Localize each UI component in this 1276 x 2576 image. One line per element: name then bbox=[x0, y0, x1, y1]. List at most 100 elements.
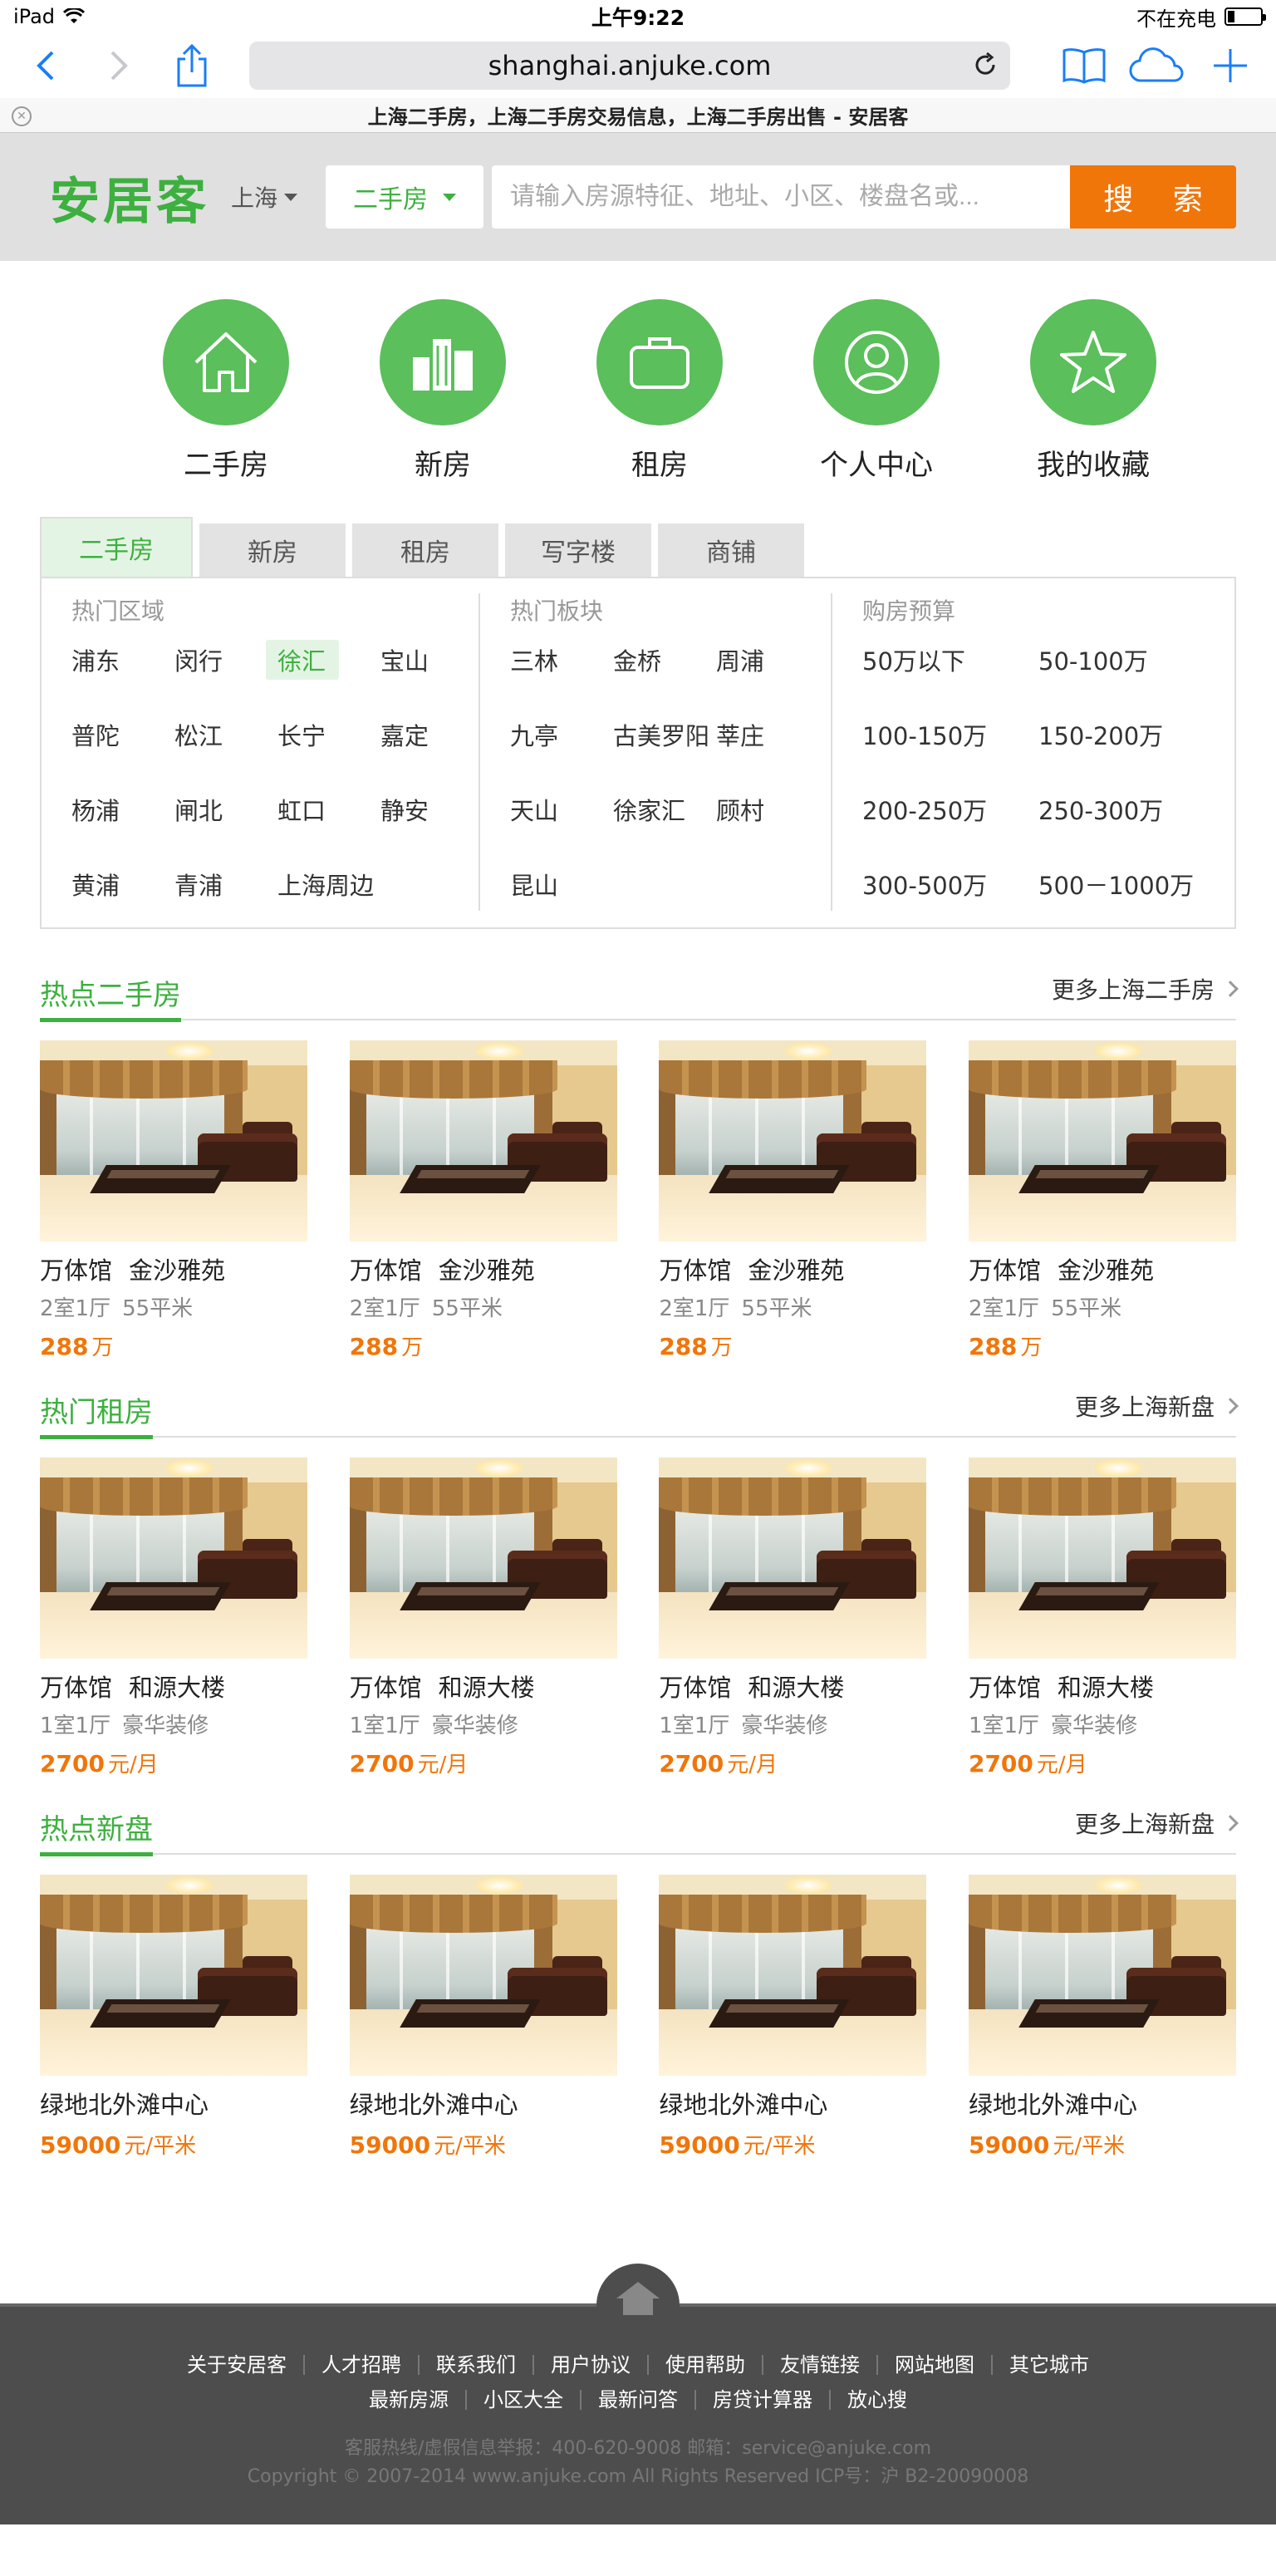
footer-link[interactable]: 友情链接 bbox=[762, 2355, 876, 2375]
blocks-item[interactable]: 莘庄 bbox=[716, 715, 832, 755]
footer-link[interactable]: 使用帮助 bbox=[647, 2355, 762, 2375]
listing-card[interactable]: 万体馆 金沙雅苑 2室1厅 55平米 288 万 bbox=[349, 1040, 617, 1361]
budget-item[interactable]: 50万以下 bbox=[862, 640, 1038, 680]
regions-item[interactable]: 宝山 bbox=[380, 640, 483, 680]
regions-item[interactable]: 普陀 bbox=[71, 715, 174, 755]
url-bar[interactable]: shanghai.anjuke.com bbox=[249, 42, 1010, 90]
footer-link[interactable]: 联系我们 bbox=[418, 2355, 532, 2375]
footer-link[interactable]: 网站地图 bbox=[876, 2355, 991, 2375]
tab-ershoufang[interactable]: 二手房 bbox=[40, 517, 193, 577]
blocks-item[interactable]: 徐家汇 bbox=[613, 789, 716, 829]
footer-link[interactable]: 最新问答 bbox=[580, 2390, 694, 2410]
listing-card[interactable]: 万体馆 和源大楼 1室1厅 豪华装修 2700 元/月 bbox=[40, 1458, 307, 1778]
footer-link[interactable]: 小区大全 bbox=[465, 2390, 580, 2410]
more-link[interactable]: 更多上海新盘 bbox=[1075, 1807, 1239, 1853]
tab-xinfang[interactable]: 新房 bbox=[199, 524, 346, 577]
listing-card[interactable]: 绿地北外滩中心 59000 元/平米 bbox=[659, 1875, 927, 2160]
listing-card[interactable]: 绿地北外滩中心 59000 元/平米 bbox=[968, 1875, 1236, 2160]
blocks-item[interactable]: 九亭 bbox=[510, 715, 613, 755]
regions-item[interactable]: 松江 bbox=[174, 715, 277, 755]
share-icon[interactable] bbox=[163, 41, 221, 91]
more-link[interactable]: 更多上海二手房 bbox=[1052, 972, 1239, 1019]
budget-item[interactable]: 250-300万 bbox=[1038, 789, 1205, 829]
blocks-item[interactable]: 顾村 bbox=[716, 789, 832, 829]
listing-photo[interactable] bbox=[40, 1875, 307, 2076]
nav-item-user-center[interactable]: 个人中心 bbox=[810, 299, 943, 519]
listing-photo[interactable] bbox=[349, 1040, 617, 1241]
nav-item-ershoufang[interactable]: 二手房 bbox=[160, 299, 292, 519]
budget-item[interactable]: 300-500万 bbox=[862, 864, 1038, 904]
budget-item[interactable]: 200-250万 bbox=[862, 789, 1038, 829]
budget-item[interactable]: 50-100万 bbox=[1038, 640, 1205, 680]
tab-office[interactable]: 写字楼 bbox=[505, 524, 651, 577]
tab-shop[interactable]: 商铺 bbox=[658, 524, 804, 577]
listing-photo[interactable] bbox=[659, 1040, 927, 1241]
forward-icon[interactable] bbox=[90, 41, 148, 91]
listing-card[interactable]: 万体馆 和源大楼 1室1厅 豪华装修 2700 元/月 bbox=[968, 1458, 1236, 1778]
footer-link[interactable]: 放心搜 bbox=[829, 2390, 924, 2410]
nav-item-favorites[interactable]: 我的收藏 bbox=[1027, 299, 1160, 519]
listing-info: 1室1厅 豪华装修 bbox=[659, 1708, 926, 1739]
listing-card[interactable]: 万体馆 金沙雅苑 2室1厅 55平米 288 万 bbox=[40, 1040, 307, 1361]
nav-item-zufang[interactable]: 租房 bbox=[593, 299, 726, 519]
blocks-item[interactable]: 天山 bbox=[510, 789, 613, 829]
regions-item[interactable]: 黄浦 bbox=[71, 864, 174, 904]
home-button[interactable] bbox=[596, 2264, 680, 2347]
more-link[interactable]: 更多上海新盘 bbox=[1075, 1389, 1239, 1436]
regions-item[interactable]: 杨浦 bbox=[71, 789, 174, 829]
regions-item[interactable]: 闵行 bbox=[174, 640, 277, 680]
regions-item[interactable]: 浦东 bbox=[71, 640, 174, 680]
listing-photo[interactable] bbox=[659, 1875, 927, 2076]
listing-photo[interactable] bbox=[349, 1875, 617, 2076]
icloud-tabs-icon[interactable] bbox=[1128, 41, 1186, 91]
listing-photo[interactable] bbox=[968, 1040, 1236, 1241]
regions-item[interactable]: 静安 bbox=[380, 789, 483, 829]
listing-card[interactable]: 万体馆 和源大楼 1室1厅 豪华装修 2700 元/月 bbox=[659, 1458, 927, 1778]
blocks-item[interactable]: 昆山 bbox=[510, 864, 613, 904]
listing-card[interactable]: 万体馆 金沙雅苑 2室1厅 55平米 288 万 bbox=[968, 1040, 1236, 1361]
footer-link[interactable]: 人才招聘 bbox=[303, 2355, 418, 2375]
reload-icon[interactable] bbox=[972, 52, 999, 78]
blocks-item[interactable]: 周浦 bbox=[716, 640, 832, 680]
footer-link[interactable]: 用户协议 bbox=[532, 2355, 647, 2375]
search-input[interactable] bbox=[492, 165, 1070, 229]
nav-item-xinfang[interactable]: 新房 bbox=[376, 299, 509, 519]
blocks-item[interactable]: 金桥 bbox=[613, 640, 716, 680]
listing-card[interactable]: 绿地北外滩中心 59000 元/平米 bbox=[40, 1875, 307, 2160]
listing-photo[interactable] bbox=[659, 1458, 927, 1659]
regions-item[interactable]: 虹口 bbox=[277, 789, 380, 829]
regions-item[interactable]: 青浦 bbox=[174, 864, 277, 904]
footer-link[interactable]: 其它城市 bbox=[991, 2355, 1106, 2375]
back-icon[interactable] bbox=[17, 41, 75, 91]
listing-photo[interactable] bbox=[40, 1040, 307, 1241]
listing-district: 万体馆 bbox=[40, 1256, 113, 1285]
tab-zufang[interactable]: 租房 bbox=[352, 524, 498, 577]
regions-item[interactable]: 上海周边 bbox=[277, 864, 380, 904]
footer-link[interactable]: 关于安居客 bbox=[170, 2355, 303, 2375]
listing-photo[interactable] bbox=[40, 1458, 307, 1659]
listing-card[interactable]: 绿地北外滩中心 59000 元/平米 bbox=[349, 1875, 617, 2160]
city-selector[interactable]: 上海 bbox=[231, 180, 298, 214]
budget-item[interactable]: 150-200万 bbox=[1038, 715, 1205, 755]
search-button[interactable]: 搜 索 bbox=[1070, 165, 1236, 229]
listing-card[interactable]: 万体馆 金沙雅苑 2室1厅 55平米 288 万 bbox=[659, 1040, 927, 1361]
listing-photo[interactable] bbox=[968, 1458, 1236, 1659]
budget-item[interactable]: 500－1000万 bbox=[1038, 864, 1205, 904]
regions-item[interactable]: 徐汇 bbox=[266, 640, 339, 680]
category-select[interactable]: 二手房 bbox=[326, 165, 484, 229]
close-tab-icon[interactable]: ✕ bbox=[12, 106, 32, 126]
listing-photo[interactable] bbox=[349, 1458, 617, 1659]
blocks-item[interactable]: 古美罗阳 bbox=[613, 715, 716, 755]
footer-link[interactable]: 房贷计算器 bbox=[694, 2390, 829, 2410]
budget-item[interactable]: 100-150万 bbox=[862, 715, 1038, 755]
footer-link[interactable]: 最新房源 bbox=[352, 2390, 465, 2410]
new-tab-icon[interactable] bbox=[1201, 41, 1259, 91]
blocks-item[interactable]: 三林 bbox=[510, 640, 613, 680]
bookmarks-icon[interactable] bbox=[1055, 41, 1113, 91]
site-logo[interactable]: 安居客 bbox=[50, 161, 209, 234]
listing-photo[interactable] bbox=[968, 1875, 1236, 2076]
regions-item[interactable]: 闸北 bbox=[174, 789, 277, 829]
listing-card[interactable]: 万体馆 和源大楼 1室1厅 豪华装修 2700 元/月 bbox=[349, 1458, 617, 1778]
regions-item[interactable]: 嘉定 bbox=[380, 715, 483, 755]
regions-item[interactable]: 长宁 bbox=[277, 715, 380, 755]
